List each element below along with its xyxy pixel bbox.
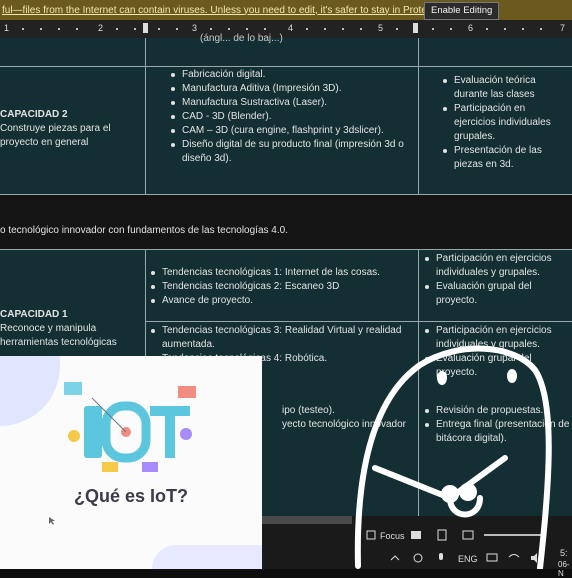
capacity-1-description: Reconoce y manipula [0, 323, 97, 334]
ruler-number: 1 [4, 23, 10, 33]
list-item: Manufactura Aditiva (Impresión 3D). [168, 82, 418, 96]
ruler-number: 3 [192, 23, 198, 33]
drawn-figure-overlay [354, 345, 552, 569]
capacity-1-content-a: Tendencias tecnológicas 1: Internet de l… [148, 266, 416, 308]
capacity-2-description: proyecto en general [0, 137, 89, 148]
capacity-1-description: herramientas tecnológicas [0, 337, 117, 348]
capacity-2-title: CAPACIDAD 2 [0, 109, 68, 120]
ruler-number: 7 [560, 23, 566, 33]
ruler-marker-icon[interactable] [413, 23, 418, 33]
decorative-wave [152, 545, 262, 569]
list-item: Presentación de las piezas en 3d. [440, 144, 568, 172]
horizontal-scrollbar[interactable] [262, 516, 352, 524]
list-item: Diseño digital de su producto final (imp… [168, 138, 418, 166]
list-item: CAD - 3D (Blender). [168, 110, 418, 124]
capacity-2-content: Fabricación digital. Manufactura Aditiva… [168, 68, 418, 166]
cut-off-text: (ángl... de lo baj...) [200, 33, 283, 44]
capacity-2-evaluation: Evaluación teórica durante las clases Pa… [440, 74, 568, 172]
list-item: Fabricación digital. [168, 68, 418, 82]
enable-editing-button[interactable]: Enable Editing [424, 2, 500, 20]
list-item: Evaluación teórica durante las clases [440, 74, 568, 102]
capacity-2-cell: CAPACIDAD 2 Construye piezas para el pro… [0, 108, 140, 150]
decorative-wave [0, 356, 60, 426]
list-item: Participación en ejercicios individuales… [440, 102, 568, 144]
mouse-cursor-icon [49, 517, 55, 525]
ruler-number: 2 [98, 23, 104, 33]
ruler-number: 5 [378, 23, 384, 33]
capacity-1-cell: CAPACIDAD 1 Reconoce y manipula herramie… [0, 308, 142, 350]
slide-title: ¿Qué es IoT? [73, 486, 188, 506]
list-item: Participación en ejercicios individuales… [422, 252, 572, 280]
ruler-marker-icon[interactable] [143, 23, 148, 33]
capacity-1-evaluation-a: Participación en ejercicios individuales… [422, 252, 572, 308]
list-item: Avance de proyecto. [148, 294, 416, 308]
list-item: Manufactura Sustractiva (Laser). [168, 96, 418, 110]
list-item: Tendencias tecnológicas 2: Escaneo 3D [148, 280, 416, 294]
horizontal-ruler[interactable]: 1 2 3 4 5 6 7 [0, 20, 572, 39]
section-band [0, 195, 572, 249]
slide-preview[interactable]: ¿Qué es IoT? [0, 356, 262, 569]
list-item: CAM – 3D (cura engine, flashprint y 3dsl… [168, 124, 418, 138]
iot-illustration-icon [64, 382, 196, 472]
section-heading-text: o tecnológico innovador con fundamentos … [0, 225, 288, 236]
protected-view-message: ful—files from the Internet can contain … [2, 4, 473, 16]
ruler-number: 4 [288, 23, 294, 33]
capacity-2-description: Construye piezas para el [0, 123, 111, 134]
list-item: Tendencias tecnológicas 1: Internet de l… [148, 266, 416, 280]
ruler-number: 6 [468, 23, 474, 33]
capacity-1-title: CAPACIDAD 1 [0, 309, 68, 320]
list-item: Evaluación grupal del proyecto. [422, 280, 572, 308]
